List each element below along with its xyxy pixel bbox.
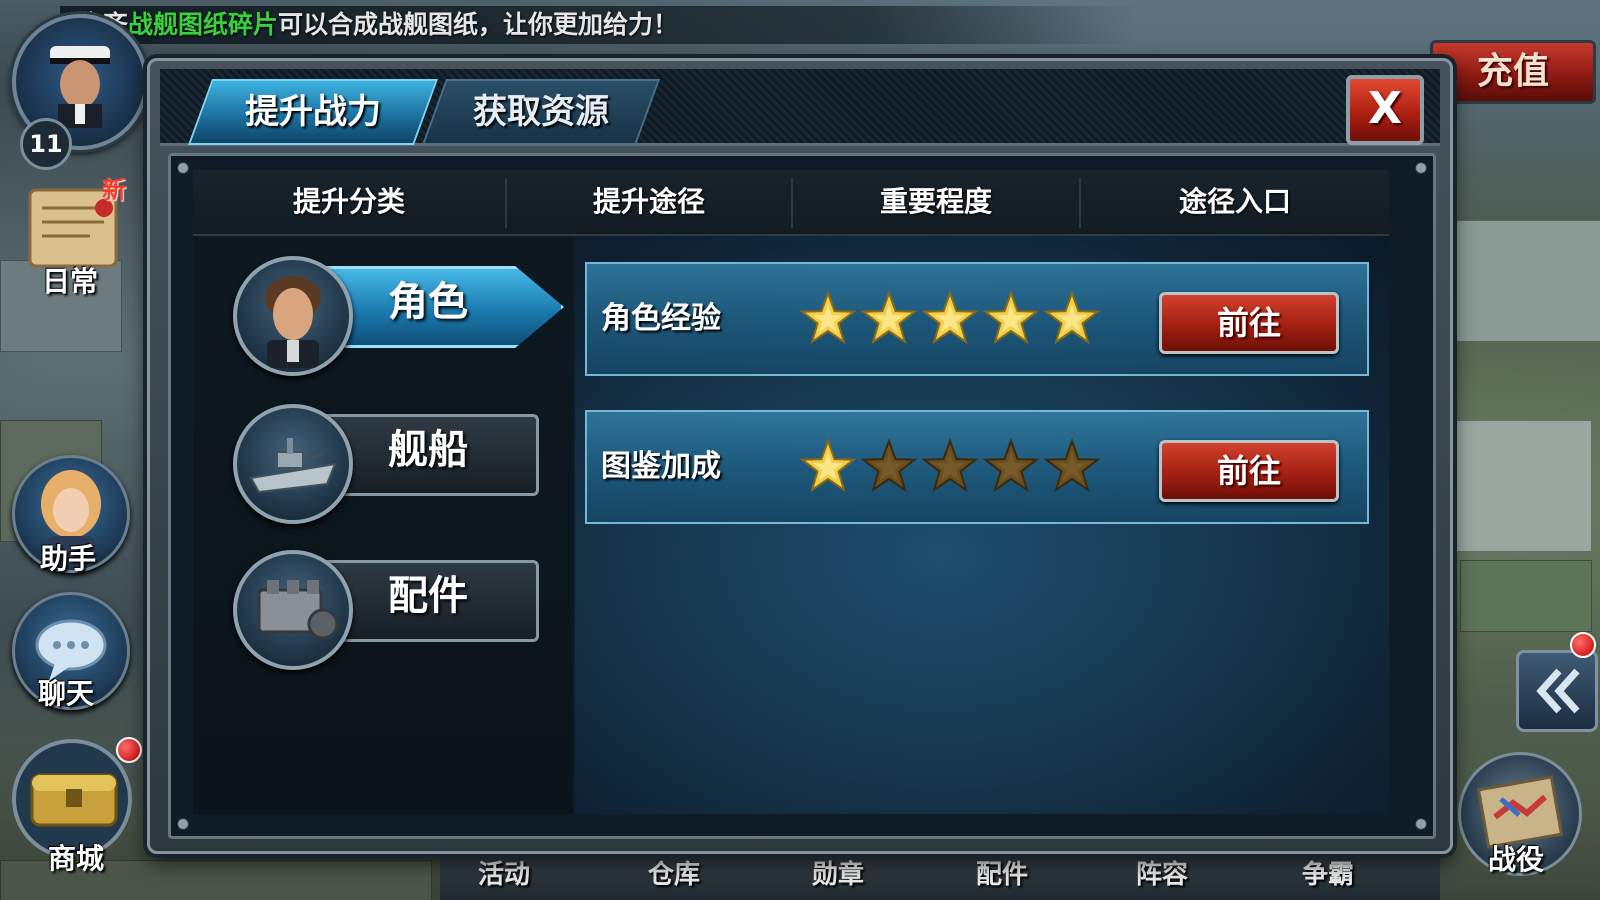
background-building: [1460, 560, 1592, 632]
method-row: 角色经验 前往: [585, 262, 1369, 376]
bottom-nav-medals[interactable]: 勋章: [812, 854, 864, 891]
importance-stars: [799, 289, 1119, 349]
officer-portrait-icon: [233, 256, 353, 376]
close-button[interactable]: X: [1346, 75, 1424, 145]
category-ship[interactable]: 舰船: [233, 404, 539, 524]
category-character[interactable]: 角色: [233, 256, 564, 376]
battleship-icon: [233, 404, 353, 524]
star-filled-icon: [982, 290, 1040, 345]
category-list: 角色 舰船 配件: [193, 236, 573, 814]
bottom-nav-bar: 活动 仓库 勋章 配件 阵容 争霸: [440, 848, 1440, 900]
daily-label: 日常: [41, 265, 98, 298]
bottom-nav-warehouse[interactable]: 仓库: [648, 854, 700, 891]
star-empty-icon: [982, 438, 1040, 493]
column-header-row: 提升分类 提升途径 重要程度 途径入口: [193, 170, 1389, 236]
campaign-label: 战役: [1487, 843, 1544, 876]
star-empty-icon: [1043, 438, 1101, 493]
recharge-button[interactable]: 充值: [1430, 40, 1596, 104]
tab-get-resources-label: 获取资源: [473, 92, 609, 132]
rivet: [1415, 162, 1427, 174]
rivet: [1415, 818, 1427, 830]
banner-highlight: 战舰图纸碎片: [128, 10, 279, 39]
star-filled-icon: [921, 290, 979, 345]
player-level-badge: 11: [20, 118, 72, 170]
announcement-banner: 集齐战舰图纸碎片可以合成战舰图纸，让你更加给力！: [60, 6, 1138, 44]
tab-improve-power-label: 提升战力: [245, 92, 381, 132]
bottom-nav-contest[interactable]: 争霸: [1302, 854, 1354, 891]
shop-button[interactable]: 商城: [6, 735, 146, 875]
dialog-header: 提升战力 获取资源 X: [160, 69, 1440, 146]
rivet: [177, 818, 189, 830]
go-button[interactable]: 前往: [1159, 440, 1339, 502]
star-empty-icon: [921, 438, 979, 493]
banner-suffix: 可以合成战舰图纸，让你更加给力！: [278, 10, 679, 39]
background-building: [1450, 220, 1600, 342]
bottom-nav-lineup[interactable]: 阵容: [1136, 854, 1188, 891]
category-ship-label: 舰船: [388, 427, 468, 473]
captain-portrait-icon: [50, 46, 110, 128]
star-filled-icon: [799, 290, 857, 345]
double-chevron-left-icon: [1536, 668, 1580, 714]
category-parts-label: 配件: [388, 573, 468, 619]
method-list: 角色经验 前往 图鉴加成 前往: [575, 236, 1389, 814]
collapse-notification-dot: [1570, 632, 1596, 658]
method-row: 图鉴加成 前往: [585, 410, 1369, 524]
new-badge: 新: [102, 176, 126, 204]
engine-part-icon: [233, 550, 353, 670]
method-label: 角色经验: [601, 301, 721, 336]
game-screen: 集齐战舰图纸碎片可以合成战舰图纸，让你更加给力！ 11 新 日常 助手: [0, 0, 1600, 900]
daily-button[interactable]: 新 日常: [10, 170, 130, 298]
star-empty-icon: [860, 438, 918, 493]
tab-get-resources[interactable]: 获取资源: [421, 79, 661, 145]
column-header-method: 提升途径: [592, 185, 705, 218]
shop-notification-dot: [116, 737, 142, 763]
collapse-menu-button[interactable]: [1516, 650, 1598, 732]
importance-stars: [799, 437, 1119, 497]
column-header-entry: 途径入口: [1178, 185, 1291, 218]
star-filled-icon: [860, 290, 918, 345]
star-filled-icon: [1043, 290, 1101, 345]
bottom-nav-activity[interactable]: 活动: [478, 854, 530, 891]
category-parts[interactable]: 配件: [233, 550, 539, 670]
tab-improve-power[interactable]: 提升战力: [187, 79, 439, 145]
shop-label: 商城: [47, 842, 104, 875]
bottom-nav-parts[interactable]: 配件: [976, 854, 1028, 891]
assistant-label: 助手: [39, 542, 96, 575]
column-header-category: 提升分类: [292, 185, 405, 218]
column-header-importance: 重要程度: [879, 185, 992, 218]
chat-label: 聊天: [37, 677, 94, 710]
method-label: 图鉴加成: [601, 449, 721, 484]
category-character-label: 角色: [388, 279, 468, 325]
star-filled-icon: [799, 438, 857, 493]
rivet: [177, 162, 189, 174]
background-building: [1440, 420, 1592, 552]
go-button[interactable]: 前往: [1159, 292, 1339, 354]
dialog-content: 提升分类 提升途径 重要程度 途径入口 角色 舰船 配件 角色经验 前往 图鉴加…: [168, 153, 1436, 839]
power-up-dialog: 提升战力 获取资源 X 提升分类 提升途径 重要程度 途径入口 角色 舰船 配件…: [147, 58, 1453, 854]
